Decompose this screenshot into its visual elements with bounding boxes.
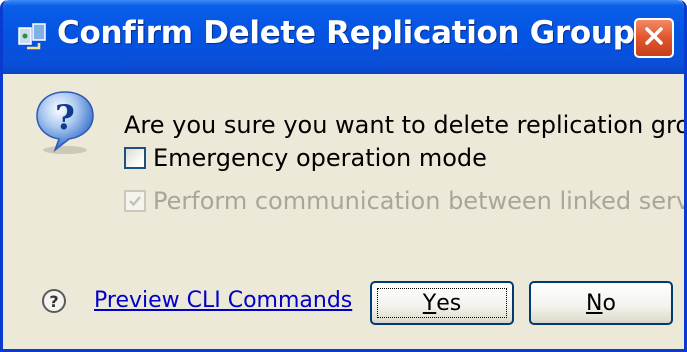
svg-text:?: ? <box>49 292 58 311</box>
close-icon <box>643 25 665 51</box>
replication-app-icon <box>17 22 51 52</box>
dialog-window: Confirm Delete Replication Group ? Are y… <box>0 0 687 352</box>
no-label: o <box>602 290 616 316</box>
preview-cli-link[interactable]: Preview CLI Commands <box>94 288 352 313</box>
window-title: Confirm Delete Replication Group <box>57 15 635 51</box>
help-icon[interactable]: ? <box>41 288 67 314</box>
question-icon: ? <box>33 88 97 156</box>
checkmark-icon <box>129 196 141 207</box>
yes-button[interactable]: Yes <box>370 281 514 325</box>
emergency-mode-label[interactable]: Emergency operation mode <box>153 144 487 172</box>
svg-text:?: ? <box>55 98 75 138</box>
emergency-mode-option[interactable]: Emergency operation mode <box>124 144 487 172</box>
linked-servers-option: Perform communication between linked ser… <box>124 187 687 215</box>
emergency-mode-checkbox[interactable] <box>124 147 146 169</box>
linked-servers-checkbox <box>124 190 146 212</box>
yes-label: es <box>436 290 462 316</box>
no-button[interactable]: No <box>529 281 673 325</box>
confirm-message: Are you sure you want to delete replicat… <box>124 111 684 139</box>
no-mnemonic: N <box>586 290 603 316</box>
title-bar[interactable]: Confirm Delete Replication Group <box>3 0 684 74</box>
close-button[interactable] <box>634 18 674 58</box>
yes-mnemonic: Y <box>422 290 437 316</box>
linked-servers-label: Perform communication between linked ser… <box>153 187 687 215</box>
